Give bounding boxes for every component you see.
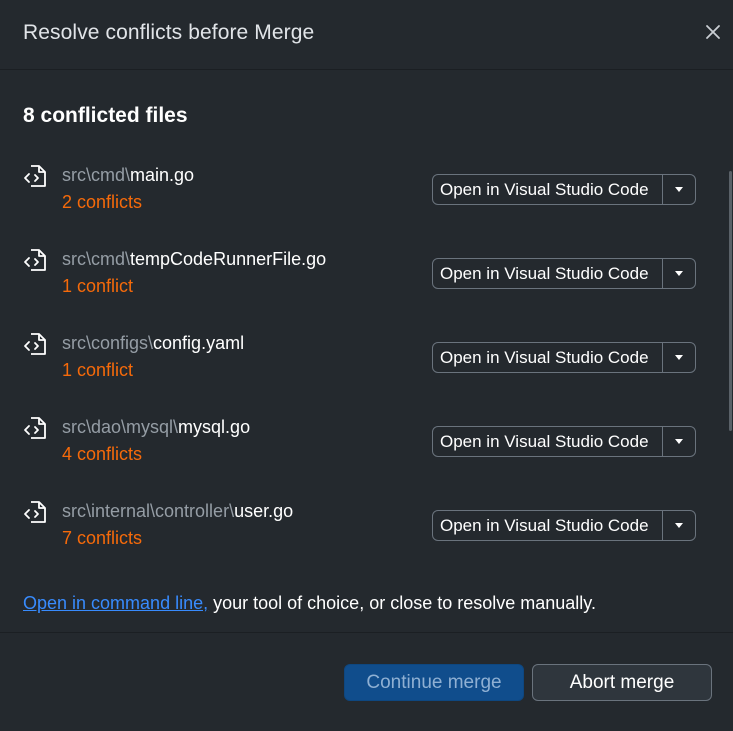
conflicted-file-list[interactable]: src\cmd\main.go 2 conflicts Open in Visu… (0, 155, 733, 585)
open-in-editor-split-button: Open in Visual Studio Code (432, 510, 696, 541)
open-options-dropdown[interactable] (662, 259, 695, 288)
open-in-editor-button[interactable]: Open in Visual Studio Code (433, 427, 662, 456)
dialog-title: Resolve conflicts before Merge (23, 21, 315, 44)
file-code-icon (24, 333, 46, 355)
list-fade-overlay (0, 569, 727, 589)
dialog-body: 8 conflicted files src\cmd\main.go 2 con… (0, 71, 733, 631)
conflict-count: 2 conflicts (62, 192, 143, 212)
file-row: src\configs\config.yaml 1 conflict Open … (0, 323, 733, 407)
file-path: src\cmd\main.go (62, 165, 194, 186)
open-in-editor-button[interactable]: Open in Visual Studio Code (433, 343, 662, 372)
open-in-editor-split-button: Open in Visual Studio Code (432, 426, 696, 457)
file-name: main.go (130, 165, 195, 185)
file-directory: src\cmd\ (62, 165, 131, 185)
triangle-down-icon (675, 439, 683, 444)
open-in-editor-button[interactable]: Open in Visual Studio Code (433, 259, 662, 288)
manual-resolve-hint: Open in command line, your tool of choic… (23, 593, 596, 614)
open-in-editor-split-button: Open in Visual Studio Code (432, 258, 696, 289)
open-in-editor-split-button: Open in Visual Studio Code (432, 342, 696, 373)
file-name: config.yaml (153, 333, 245, 353)
open-in-editor-split-button: Open in Visual Studio Code (432, 174, 696, 205)
conflict-count: 1 conflict (62, 360, 134, 380)
scrollbar-thumb[interactable] (729, 171, 732, 431)
open-options-dropdown[interactable] (662, 175, 695, 204)
open-command-line-link[interactable]: Open in command line, (23, 593, 208, 613)
triangle-down-icon (675, 271, 683, 276)
dialog-header: Resolve conflicts before Merge (0, 0, 733, 70)
file-path: src\dao\mysql\mysql.go (62, 417, 250, 438)
file-row: src\internal\controller\user.go 7 confli… (0, 491, 733, 575)
file-directory: src\configs\ (62, 333, 154, 353)
close-icon (706, 25, 720, 39)
conflict-count: 4 conflicts (62, 444, 143, 464)
file-path: src\configs\config.yaml (62, 333, 244, 354)
file-list-scrollbar[interactable] (727, 155, 733, 585)
file-path: src\internal\controller\user.go (62, 501, 293, 522)
file-directory: src\cmd\ (62, 249, 131, 269)
file-directory: src\dao\mysql\ (62, 417, 179, 437)
dialog-footer: Continue merge Abort merge (0, 632, 733, 731)
conflicted-files-heading: 8 conflicted files (23, 104, 188, 127)
file-path: src\cmd\tempCodeRunnerFile.go (62, 249, 326, 270)
file-row: src\cmd\tempCodeRunnerFile.go 1 conflict… (0, 239, 733, 323)
continue-merge-button[interactable]: Continue merge (344, 664, 524, 701)
open-in-editor-button[interactable]: Open in Visual Studio Code (433, 175, 662, 204)
file-code-icon (24, 417, 46, 439)
file-code-icon (24, 249, 46, 271)
conflict-count: 1 conflict (62, 276, 134, 296)
open-options-dropdown[interactable] (662, 343, 695, 372)
resolve-conflicts-dialog: Resolve conflicts before Merge 8 conflic… (0, 0, 733, 731)
open-options-dropdown[interactable] (662, 427, 695, 456)
file-code-icon (24, 165, 46, 187)
abort-merge-button[interactable]: Abort merge (532, 664, 712, 701)
triangle-down-icon (675, 523, 683, 528)
file-row: src\dao\mysql\mysql.go 4 conflicts Open … (0, 407, 733, 491)
triangle-down-icon (675, 187, 683, 192)
triangle-down-icon (675, 355, 683, 360)
file-code-icon (24, 501, 46, 523)
conflict-count: 7 conflicts (62, 528, 143, 548)
manual-resolve-text: your tool of choice, or close to resolve… (208, 593, 596, 613)
close-button[interactable] (703, 22, 723, 42)
open-options-dropdown[interactable] (662, 511, 695, 540)
file-name: tempCodeRunnerFile.go (130, 249, 327, 269)
file-directory: src\internal\controller\ (62, 501, 235, 521)
file-row: src\cmd\main.go 2 conflicts Open in Visu… (0, 155, 733, 239)
file-name: mysql.go (178, 417, 251, 437)
file-name: user.go (234, 501, 294, 521)
open-in-editor-button[interactable]: Open in Visual Studio Code (433, 511, 662, 540)
